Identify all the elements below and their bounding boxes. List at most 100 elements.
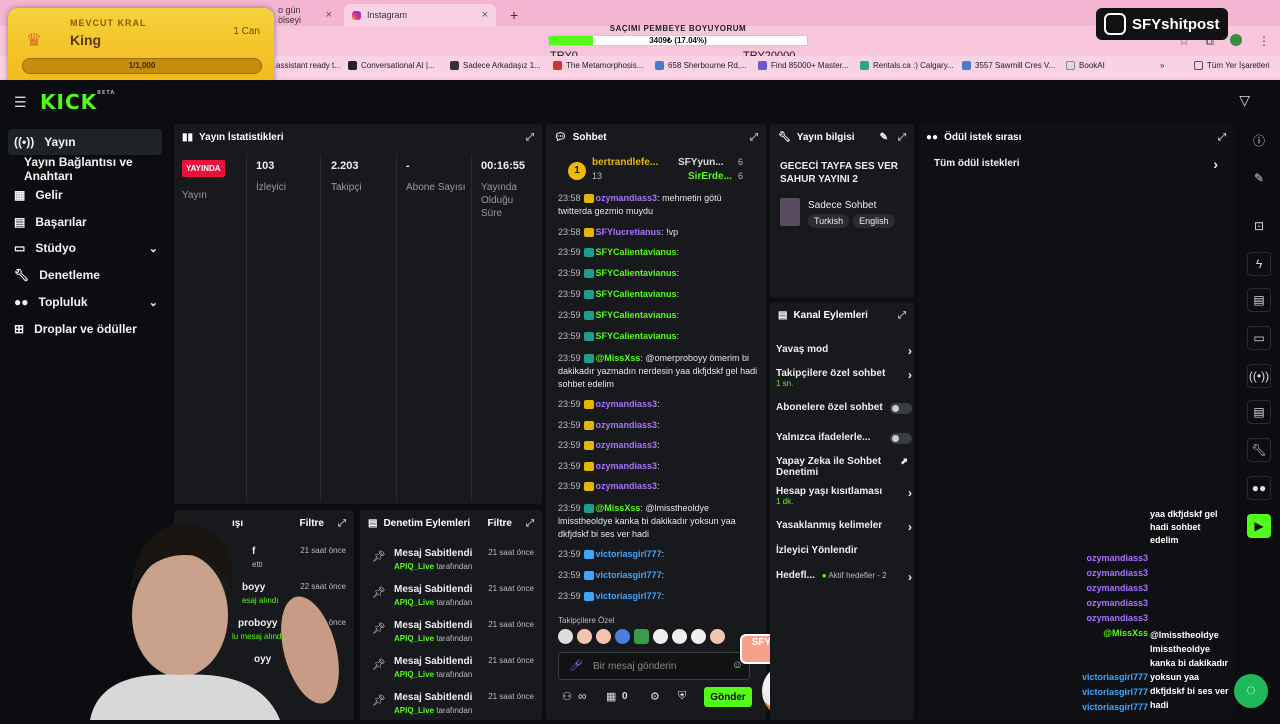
rewards-icon[interactable]: ●● xyxy=(1247,476,1271,500)
chat-message[interactable]: 23:59 SFYCalientavianus: xyxy=(558,267,758,280)
lightning-icon[interactable]: ϟ xyxy=(1247,252,1271,276)
chevron-down-icon[interactable]: ⌄ xyxy=(149,242,158,255)
subs-only-toggle[interactable] xyxy=(890,403,912,414)
chat-message[interactable]: 23:59 victoriasgirl777: xyxy=(558,548,758,561)
bookmark-item[interactable]: The Metamorphosis... xyxy=(553,61,643,70)
emote[interactable] xyxy=(577,629,592,644)
expand-icon[interactable]: ⤢ xyxy=(526,132,534,143)
chat-message[interactable]: 23:59 SFYCalientavianus: xyxy=(558,309,758,322)
screen-capture-icon[interactable]: ⊡ xyxy=(1247,214,1271,238)
chat-message[interactable]: 23:59 @MissXss: @omerproboyy ömerim bi da… xyxy=(558,352,758,391)
chat-message[interactable]: 23:59 ozymandiass3: xyxy=(558,439,758,452)
chat-username[interactable]: @MissXss xyxy=(596,503,641,513)
chat-message[interactable]: 23:59 SFYCalientavianus: xyxy=(558,246,758,259)
bookmark-item[interactable]: Rentals.ca :) Calgary... xyxy=(860,61,954,70)
chat-username[interactable]: SFYCalientavianus xyxy=(596,268,677,278)
notes-icon[interactable]: ▤ xyxy=(1247,288,1271,312)
chat-input[interactable]: 🎤︎ Bir mesaj gönderin ☺ xyxy=(558,652,750,680)
sidebar-item-topluluk[interactable]: ●● Topluluk ⌄ xyxy=(8,289,162,315)
mod-action-user[interactable]: APIQ_Live xyxy=(394,598,434,607)
settings-icon[interactable]: ⚙ xyxy=(650,690,660,703)
expand-icon[interactable]: ⤢ xyxy=(898,310,906,321)
all-bookmarks[interactable]: Tüm Yer İşaretleri xyxy=(1194,61,1270,70)
gifter-name[interactable]: SirErde... xyxy=(688,171,732,182)
chat-username[interactable]: SFYCalientavianus xyxy=(596,331,677,341)
bookmark-item[interactable]: BookAI xyxy=(1066,61,1105,70)
users-icon[interactable]: ⚇ xyxy=(562,690,572,703)
edit-pencil-icon[interactable]: ✎ xyxy=(880,132,888,143)
chat-message[interactable]: 23:59 SFYCalientavianus: xyxy=(558,288,758,301)
emote[interactable] xyxy=(634,629,649,644)
chat-username[interactable]: ozymandiass3 xyxy=(596,420,658,430)
bookmark-item[interactable]: assistant ready t... xyxy=(276,61,341,70)
list-icon[interactable]: ▤ xyxy=(1247,400,1271,424)
tab-o-gun[interactable]: o gün ölseyi × xyxy=(270,4,340,26)
chat-username[interactable]: SFYCalientavianus xyxy=(596,247,677,257)
emote[interactable] xyxy=(615,629,630,644)
action-account-age[interactable]: Hesap yaşı kısıtlaması 1 dk. › xyxy=(776,486,912,506)
chat-username[interactable]: ozymandiass3 xyxy=(596,481,658,491)
sidebar-item-stream-key[interactable]: Yayın Bağlantısı ve Anahtarı xyxy=(8,155,170,183)
chat-message[interactable]: 23:59 victoriasgirl777: xyxy=(558,569,758,582)
emote[interactable] xyxy=(691,629,706,644)
chat-username[interactable]: ozymandiass3 xyxy=(596,193,658,203)
chat-message[interactable]: 23:59 victoriasgirl777: xyxy=(558,590,758,603)
expand-icon[interactable]: ⤢ xyxy=(526,518,534,529)
tag-pill[interactable]: English xyxy=(853,214,895,228)
emote[interactable] xyxy=(558,629,573,644)
gift-icon[interactable]: ▦ xyxy=(606,690,616,703)
chat-message[interactable]: 23:59 SFYCalientavianus: xyxy=(558,330,758,343)
bookmark-item[interactable]: 658 Sherbourne Rd,... xyxy=(655,61,747,70)
profile-avatar[interactable] xyxy=(1230,34,1242,46)
hamburger-menu-icon[interactable]: ☰ xyxy=(14,94,27,111)
info-icon[interactable]: ⓘ xyxy=(1247,128,1271,152)
emote-only-toggle[interactable] xyxy=(890,433,912,444)
chat-username[interactable]: victoriasgirl777 xyxy=(596,591,662,601)
expand-icon[interactable]: ⤢ xyxy=(750,132,758,143)
v-logo-icon[interactable]: ▽ xyxy=(1239,92,1250,109)
expand-icon[interactable]: ⤢ xyxy=(898,132,906,143)
bookmark-item[interactable]: Find 85000+ Master... xyxy=(758,61,849,70)
mod-action-user[interactable]: APIQ_Live xyxy=(394,634,434,643)
action-banned-words[interactable]: Yasaklanmış kelimeler › xyxy=(776,520,912,534)
chat-message[interactable]: 23:59 ozymandiass3: xyxy=(558,480,758,493)
bookmark-item[interactable]: Sadece Arkadaşız 1... xyxy=(450,61,541,70)
chat-username[interactable]: victoriasgirl777 xyxy=(596,570,662,580)
infinity-icon[interactable]: ∞ xyxy=(578,689,587,703)
gifter-name[interactable]: bertrandlefe... xyxy=(592,157,658,168)
sidebar-item-yayin[interactable]: ((•)) Yayın xyxy=(8,129,162,155)
sidebar-item-droplar[interactable]: ⊞ Droplar ve ödüller xyxy=(8,316,162,342)
chat-username[interactable]: victoriasgirl777 xyxy=(596,549,662,559)
broadcast-icon[interactable]: ((•)) xyxy=(1247,364,1271,388)
mod-action-user[interactable]: APIQ_Live xyxy=(394,706,434,715)
sidebar-item-basarilar[interactable]: ▤ Başarılar xyxy=(8,209,162,235)
help-chat-icon[interactable]: ◌ xyxy=(1234,674,1268,708)
green-action-icon[interactable]: ▶ xyxy=(1247,514,1271,538)
chat-username[interactable]: SFYCalientavianus xyxy=(596,289,677,299)
close-icon[interactable]: × xyxy=(326,9,332,21)
mod-action-user[interactable]: APIQ_Live xyxy=(394,670,434,679)
menu-icon[interactable]: ⋮ xyxy=(1258,34,1270,49)
gifter-name[interactable]: SFYyun... xyxy=(678,157,724,168)
chat-username[interactable]: ozymandiass3 xyxy=(596,440,658,450)
action-followers-only[interactable]: Takipçilere özel sohbet 1 sn. › xyxy=(776,368,912,388)
tag-pill[interactable]: Turkish xyxy=(808,214,850,228)
bookmark-item[interactable]: Conversational AI |... xyxy=(348,61,435,70)
chat-username[interactable]: ozymandiass3 xyxy=(596,461,658,471)
chat-message[interactable]: 23:59 ozymandiass3: xyxy=(558,460,758,473)
close-icon[interactable]: × xyxy=(482,9,488,21)
mod-action-row[interactable]: 📌︎ Mesaj Sabitlendi APIQ_Live tarafından 21… xyxy=(368,546,534,580)
chat-message[interactable]: 23:58 ozymandiass3: mehmetin götü twitter… xyxy=(558,192,758,218)
emote[interactable] xyxy=(653,629,668,644)
filter-button[interactable]: Filtre xyxy=(488,518,512,529)
mod-action-user[interactable]: APIQ_Live xyxy=(394,562,434,571)
chat-message[interactable]: 23:59 @MissXss: @lmisstheoldye lmisstheol… xyxy=(558,502,758,541)
mod-action-row[interactable]: 📌︎ Mesaj Sabitlendi APIQ_Live tarafından 21… xyxy=(368,654,534,688)
chevron-down-icon[interactable]: ⌄ xyxy=(149,296,158,309)
bookmark-item[interactable]: 3557 Sawmill Cres V... xyxy=(962,61,1055,70)
all-rewards-row[interactable]: Tüm ödül istekleri › xyxy=(934,156,1218,172)
chat-message[interactable]: 23:58 SFYlucretianus: !vp xyxy=(558,226,758,239)
chat-username[interactable]: SFYlucretianus xyxy=(596,227,662,237)
sidebar-item-studyo[interactable]: ▭ Stüdyo ⌄ xyxy=(8,235,162,261)
action-slow-mode[interactable]: Yavaş mod › xyxy=(776,344,912,358)
